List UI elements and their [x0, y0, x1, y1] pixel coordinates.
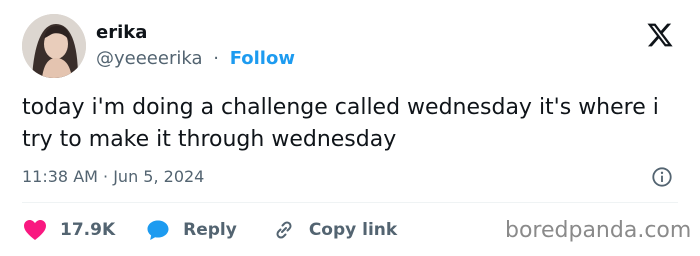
- speech-bubble-icon: [145, 218, 171, 242]
- separator-dot: ·: [213, 48, 219, 69]
- author-handle-row: @yeeeerika · Follow: [96, 48, 295, 70]
- info-icon[interactable]: [651, 166, 673, 188]
- copy-link-label: Copy link: [308, 220, 398, 240]
- author-handle[interactable]: @yeeeerika: [96, 48, 203, 69]
- reply-label: Reply: [183, 220, 237, 240]
- like-count: 17.9K: [60, 220, 116, 240]
- tweet-timestamp[interactable]: 11:38 AM · Jun 5, 2024: [22, 167, 204, 187]
- follow-button[interactable]: Follow: [230, 48, 295, 69]
- link-icon: [271, 218, 297, 242]
- avatar-image: [22, 14, 86, 78]
- copy-link-button[interactable]: Copy link: [271, 218, 397, 242]
- like-button[interactable]: 17.9K: [22, 218, 115, 242]
- divider: [22, 202, 678, 203]
- avatar[interactable]: [22, 14, 86, 78]
- tweet-text: today i'm doing a challenge called wedne…: [22, 95, 659, 152]
- author-name[interactable]: erika: [96, 22, 147, 44]
- action-bar: 17.9K Reply Copy link: [22, 214, 397, 246]
- reply-button[interactable]: Reply: [145, 218, 237, 242]
- watermark: boredpanda.com: [505, 218, 692, 243]
- x-logo-icon[interactable]: [646, 21, 674, 49]
- heart-icon: [22, 218, 48, 242]
- tweet-card: erika @yeeeerika · Follow today i'm doin…: [0, 0, 700, 256]
